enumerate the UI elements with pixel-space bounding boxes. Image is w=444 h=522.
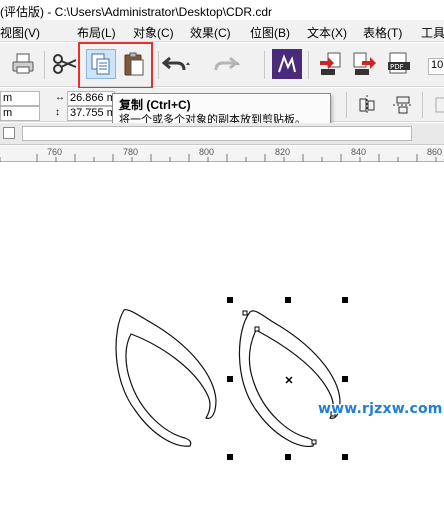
corel-connect-icon[interactable] <box>272 49 302 79</box>
ruler-label: 820 <box>275 147 291 157</box>
selection-handle <box>285 454 291 460</box>
width-arrow-icon: ↔ <box>55 92 65 103</box>
canvas-drawing <box>115 297 348 460</box>
toolbar-separator <box>422 92 423 118</box>
menu-view[interactable]: 视图(V) <box>0 24 40 41</box>
toolbar-separator <box>44 51 45 79</box>
node-marker <box>242 310 248 316</box>
object-y-field[interactable]: m <box>0 106 40 121</box>
selection-handle <box>285 297 291 303</box>
selection-handle <box>342 297 348 303</box>
ruler-label: 780 <box>123 147 139 157</box>
document-tab-row <box>0 123 444 145</box>
align-icon[interactable] <box>352 90 382 120</box>
toolbar-separator <box>158 51 159 79</box>
toolbar-separator <box>346 92 347 118</box>
toolbar-separator <box>264 51 265 79</box>
node-marker <box>311 439 317 445</box>
object-width-field[interactable]: 26.866 m <box>67 91 115 106</box>
ruler-label: 760 <box>47 147 63 157</box>
document-tab-strip <box>22 126 412 141</box>
cut-icon[interactable] <box>50 49 80 79</box>
selection-handle <box>227 297 233 303</box>
print-icon[interactable] <box>8 49 38 79</box>
selection-handle <box>227 376 233 382</box>
object-height-field[interactable]: 37.755 m <box>67 106 115 121</box>
drawing-canvas[interactable] <box>0 163 444 522</box>
horizontal-ruler[interactable]: 760 780 800 820 840 860 <box>0 146 444 162</box>
menu-bar: 视图(V) 布局(L) 对象(C) 效果(C) 位图(B) 文本(X) 表格(T… <box>0 20 444 42</box>
height-arrow-icon: ↕ <box>55 107 60 118</box>
menu-layout[interactable]: 布局(L) <box>77 24 116 41</box>
toolbar-separator <box>308 51 309 79</box>
transform-icon[interactable] <box>428 90 444 120</box>
distribute-icon[interactable] <box>388 90 418 120</box>
object-x-field[interactable]: m <box>0 91 40 106</box>
selection-handle <box>227 454 233 460</box>
tooltip-title: 复制 (Ctrl+C) <box>119 98 191 112</box>
site-watermark: www.rjzxw.com <box>318 401 443 417</box>
svg-text:PDF: PDF <box>390 63 404 71</box>
menu-table[interactable]: 表格(T) <box>363 24 402 41</box>
ruler-label: 840 <box>351 147 367 157</box>
pdf-export-icon[interactable]: PDF <box>384 49 414 79</box>
leaf-shape-left <box>115 309 217 447</box>
ruler-label: 800 <box>199 147 215 157</box>
center-marker <box>285 376 293 384</box>
selection-handle <box>342 376 348 382</box>
node-marker <box>254 326 260 332</box>
menu-effects[interactable]: 效果(C) <box>190 24 231 41</box>
export-icon[interactable] <box>350 49 380 79</box>
menu-object[interactable]: 对象(C) <box>133 24 174 41</box>
page-icon[interactable] <box>3 127 15 139</box>
menu-text[interactable]: 文本(X) <box>307 24 347 41</box>
selection-handle <box>342 454 348 460</box>
menu-tools[interactable]: 工具 <box>421 24 444 41</box>
ruler-ticks <box>0 154 437 162</box>
ruler-label: 860 <box>427 147 443 157</box>
copy-button-highlight <box>78 42 153 89</box>
menu-bitmap[interactable]: 位图(B) <box>250 24 290 41</box>
standard-toolbar: PDF 10 <box>0 43 444 87</box>
redo-icon[interactable] <box>212 49 242 79</box>
undo-icon[interactable] <box>162 49 192 79</box>
import-icon[interactable] <box>316 49 346 79</box>
window-title: (评估版) - C:\Users\Administrator\Desktop\C… <box>0 5 273 19</box>
title-bar: (评估版) - C:\Users\Administrator\Desktop\C… <box>0 0 444 20</box>
zoom-level-field[interactable]: 10 <box>428 58 444 75</box>
